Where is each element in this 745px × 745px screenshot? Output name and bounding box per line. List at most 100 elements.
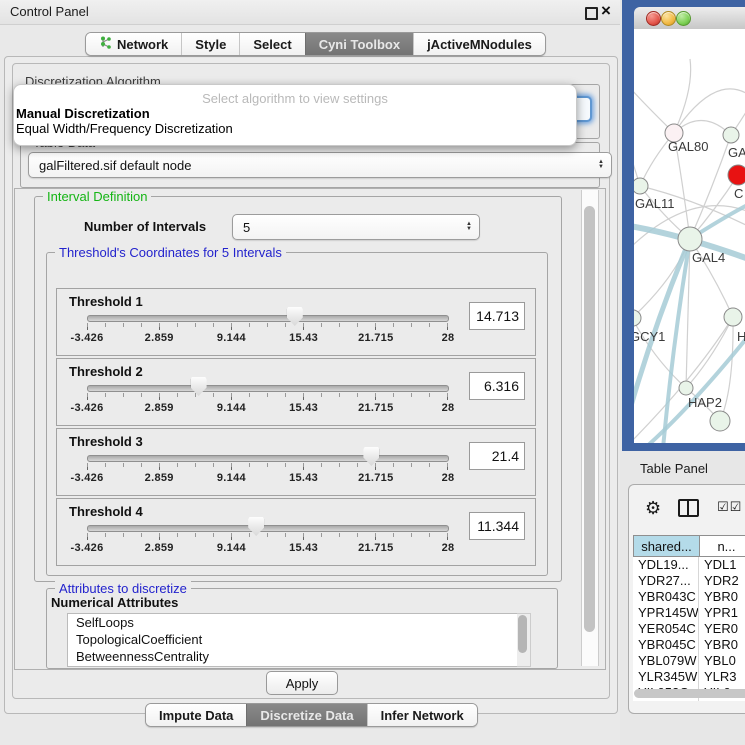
- table-header-row: shared... n...: [633, 535, 745, 557]
- minimize-traffic-light-icon[interactable]: [661, 11, 676, 26]
- cell-shared-name: YER054C: [633, 621, 699, 637]
- tab-label: jActiveMNodules: [427, 37, 532, 52]
- network-node[interactable]: [728, 165, 745, 185]
- tab-style[interactable]: Style: [181, 33, 239, 55]
- network-canvas[interactable]: GAL80GACGAL11GAL4GCY1HHAP2: [634, 29, 745, 443]
- tick-label: 21.715: [358, 332, 393, 344]
- number-of-intervals-label: Number of Intervals: [84, 219, 206, 234]
- tick-label: 21.715: [358, 542, 393, 554]
- tick-label: -3.426: [71, 332, 104, 344]
- tick-label: 28: [442, 332, 455, 344]
- slider-track[interactable]: [87, 455, 449, 462]
- attributes-group-label: Attributes to discretize: [55, 581, 191, 596]
- threshold-panel: Threshold 1-3.4262.8599.14415.4321.71528…: [56, 288, 536, 356]
- threshold-value-field[interactable]: 11.344: [469, 512, 525, 540]
- attributes-list-scrollbar[interactable]: [517, 613, 531, 667]
- network-node[interactable]: [634, 178, 648, 194]
- threshold-label: Threshold 2: [69, 364, 143, 379]
- slider-minor-ticks: [87, 323, 448, 327]
- attributes-group: Attributes to discretize Numerical Attri…: [46, 588, 558, 669]
- close-traffic-light-icon[interactable]: [646, 11, 661, 26]
- algorithm-option[interactable]: Manual Discretization: [14, 106, 576, 121]
- tab-discretize-data[interactable]: Discretize Data: [246, 704, 366, 726]
- slider-minor-ticks: [87, 533, 448, 537]
- network-window-titlebar: [634, 7, 745, 30]
- screenshot-root: Control Panel × NetworkStyleSelectCyni T…: [0, 0, 745, 745]
- cell-name: YBR0: [699, 589, 745, 605]
- zoom-traffic-light-icon[interactable]: [676, 11, 691, 26]
- tab-label: Impute Data: [159, 708, 233, 723]
- tab-label: Discretize Data: [260, 708, 353, 723]
- float-window-icon[interactable]: [585, 7, 598, 20]
- slider-track[interactable]: [87, 315, 449, 322]
- slider-track[interactable]: [87, 385, 449, 392]
- network-node[interactable]: [723, 127, 739, 143]
- attribute-list-item[interactable]: TopologicalCoefficient: [68, 631, 518, 648]
- network-node-label: HAP2: [688, 395, 722, 410]
- gear-icon[interactable]: ⚙: [645, 499, 661, 517]
- network-node[interactable]: [710, 411, 730, 431]
- number-of-intervals-value: 5: [243, 220, 250, 235]
- network-edge: [634, 69, 674, 133]
- attribute-list-item[interactable]: SelfLoops: [68, 614, 518, 631]
- table-horizontal-scrollbar[interactable]: [634, 689, 745, 698]
- numerical-attributes-label: Numerical Attributes: [51, 595, 178, 610]
- columns-icon[interactable]: [678, 499, 699, 517]
- threshold-value-field[interactable]: 6.316: [469, 372, 525, 400]
- algorithm-option[interactable]: Equal Width/Frequency Discretization: [14, 121, 576, 136]
- column-header-name[interactable]: n...: [700, 536, 745, 556]
- table-row[interactable]: YPR145WYPR1: [633, 605, 745, 621]
- tick-label: 9.144: [217, 542, 246, 554]
- number-of-intervals-combobox[interactable]: 5 ▲▼: [232, 214, 480, 240]
- slider-tick-labels: -3.4262.8599.14415.4321.71528: [87, 332, 448, 345]
- network-graph-icon: [99, 36, 112, 52]
- tab-impute-data[interactable]: Impute Data: [146, 704, 246, 726]
- network-node[interactable]: [724, 308, 742, 326]
- tab-network[interactable]: Network: [86, 33, 181, 55]
- tick-label: 9.144: [217, 402, 246, 414]
- network-window: GAL80GACGAL11GAL4GCY1HHAP2: [622, 0, 745, 451]
- table-row[interactable]: YBL079WYBL0: [633, 653, 745, 669]
- tick-label: 2.859: [145, 332, 174, 344]
- checkboxes-icon[interactable]: ☑☑: [717, 499, 742, 515]
- table-row[interactable]: YBR043CYBR0: [633, 589, 745, 605]
- apply-button[interactable]: Apply: [266, 671, 338, 695]
- slider-tick-labels: -3.4262.8599.14415.4321.71528: [87, 542, 448, 555]
- network-node-label: GAL11: [635, 196, 675, 211]
- table-row[interactable]: YDR27...YDR2: [633, 573, 745, 589]
- slider-track[interactable]: [87, 525, 449, 532]
- table-row[interactable]: YLR345WYLR3: [633, 669, 745, 685]
- stepper-icon: ▲▼: [598, 160, 604, 170]
- numerical-attributes-list[interactable]: SelfLoopsTopologicalCoefficientBetweenne…: [67, 613, 519, 667]
- top-tabbar: NetworkStyleSelectCyni Toolbox jActiveMNo…: [85, 32, 546, 56]
- tab-jactivemnodules[interactable]: jActiveMNodules: [413, 33, 545, 55]
- network-node-label: C: [734, 186, 743, 201]
- threshold-panel: Threshold 4-3.4262.8599.14415.4321.71528…: [56, 498, 536, 566]
- tab-cyni-toolbox[interactable]: Cyni Toolbox: [305, 33, 413, 55]
- table-row[interactable]: YBR045CYBR0: [633, 637, 745, 653]
- tick-label: 15.43: [289, 402, 318, 414]
- tab-select[interactable]: Select: [239, 33, 304, 55]
- threshold-panel: Threshold 3-3.4262.8599.14415.4321.71528…: [56, 428, 536, 496]
- network-node[interactable]: [679, 381, 693, 395]
- attribute-list-item[interactable]: BetweennessCentrality: [68, 648, 518, 665]
- threshold-value-field[interactable]: 21.4: [469, 442, 525, 470]
- table-data-selected: galFiltered.sif default node: [39, 158, 191, 173]
- table-row[interactable]: YER054CYER0: [633, 621, 745, 637]
- column-header-shared-name[interactable]: shared...: [634, 536, 700, 556]
- network-node[interactable]: [678, 227, 702, 251]
- cell-name: YER0: [699, 621, 745, 637]
- threshold-value-field[interactable]: 14.713: [469, 302, 525, 330]
- table-data-combobox[interactable]: galFiltered.sif default node ▲▼: [28, 152, 612, 178]
- cell-shared-name: YBR045C: [633, 637, 699, 653]
- bottom-tabbar: Impute Data Discretize Data Infer Network: [145, 703, 478, 727]
- table-panel-title: Table Panel: [640, 461, 708, 476]
- tick-label: 15.43: [289, 472, 318, 484]
- close-icon[interactable]: ×: [601, 1, 611, 21]
- settings-vertical-scrollbar[interactable]: [581, 190, 599, 666]
- table-row[interactable]: YDL19...YDL1: [633, 557, 745, 573]
- cell-shared-name: YBL079W: [633, 653, 699, 669]
- network-node[interactable]: [634, 310, 641, 326]
- network-node-label: H: [737, 329, 745, 344]
- tab-infer-network[interactable]: Infer Network: [367, 704, 477, 726]
